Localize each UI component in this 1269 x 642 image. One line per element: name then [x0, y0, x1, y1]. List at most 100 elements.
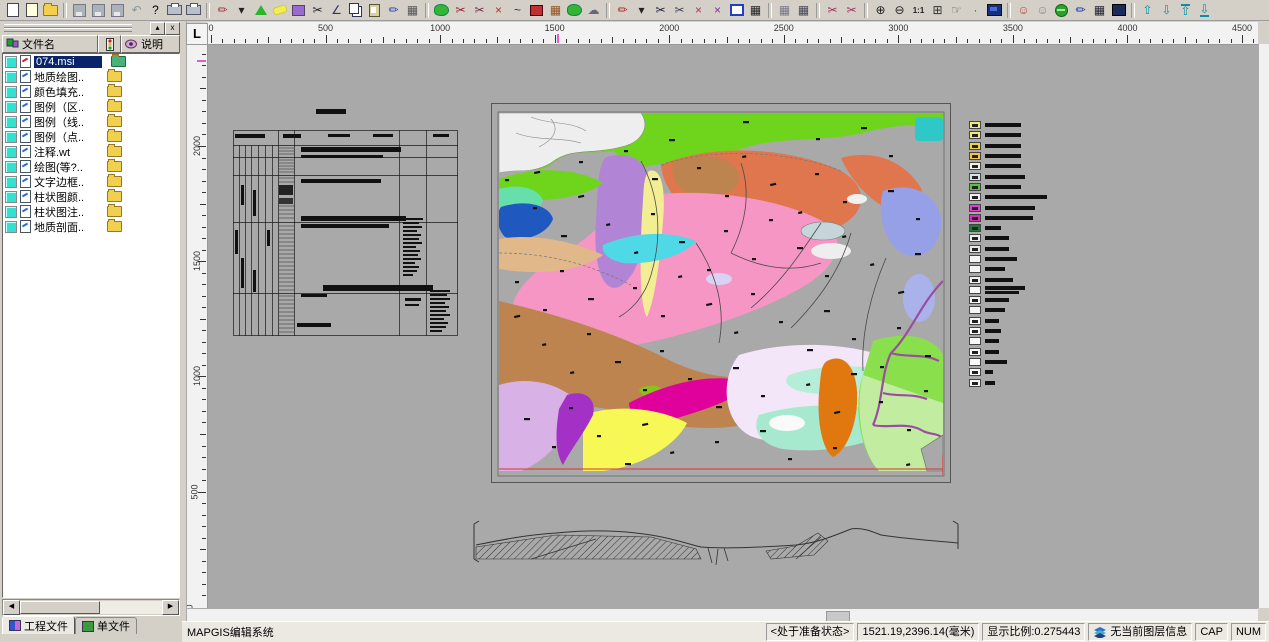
line-x-cut-button[interactable]: ✂ — [823, 1, 842, 19]
move-bottom-button[interactable]: ⇩ — [1195, 1, 1214, 19]
file-name[interactable]: 地质剖面.. — [34, 219, 98, 235]
scroll-left-button[interactable]: ◀ — [3, 600, 20, 615]
file-visibility-checkbox[interactable] — [5, 191, 17, 203]
scroll-thumb[interactable] — [20, 601, 100, 614]
file-row[interactable]: 绘图(等?.. — [3, 159, 179, 174]
tab-project-files[interactable]: 工程文件 — [2, 616, 75, 634]
dark-grid-button[interactable]: ▦ — [1090, 1, 1109, 19]
zoom-page-button[interactable]: ⊞ — [928, 1, 947, 19]
highlighter-button[interactable] — [270, 1, 289, 19]
line-x-cut-2-button[interactable]: ✂ — [842, 1, 861, 19]
node-x-2-button[interactable]: × — [708, 1, 727, 19]
folder-icon[interactable] — [107, 116, 122, 127]
edit-pen-button[interactable]: ✏ — [213, 1, 232, 19]
file-row[interactable]: 图例（点.. — [3, 129, 179, 144]
zoom-1-1-button[interactable]: 1:1 — [909, 1, 928, 19]
file-row[interactable]: 图例（线.. — [3, 114, 179, 129]
stamp-tool-button[interactable] — [289, 1, 308, 19]
folder-icon[interactable] — [107, 131, 122, 142]
folder-icon[interactable] — [107, 86, 122, 97]
display-switch-button[interactable] — [985, 1, 1004, 19]
file-name[interactable]: 注释.wt — [34, 144, 98, 160]
file-name[interactable]: 图例（线.. — [34, 114, 98, 130]
open-folder-button[interactable] — [41, 1, 60, 19]
move-down-button[interactable]: ⇩ — [1157, 1, 1176, 19]
file-visibility-checkbox[interactable] — [5, 131, 17, 143]
ruler-corner-button[interactable]: L — [186, 23, 208, 45]
folder-icon[interactable] — [107, 101, 122, 112]
save-button[interactable] — [70, 1, 89, 19]
print-button[interactable] — [184, 1, 203, 19]
file-row[interactable]: 地质剖面.. — [3, 219, 179, 234]
open-template-button[interactable] — [22, 1, 41, 19]
folder-icon[interactable] — [107, 146, 122, 157]
undo-button[interactable]: ↶ — [127, 1, 146, 19]
file-row[interactable]: 图例（区.. — [3, 99, 179, 114]
tab-single-file[interactable]: 单文件 — [75, 617, 137, 634]
grid-b-button[interactable]: ▦ — [794, 1, 813, 19]
line-cut-2-button[interactable]: ✂ — [670, 1, 689, 19]
file-name[interactable]: 图例（区.. — [34, 99, 98, 115]
file-visibility-checkbox[interactable] — [5, 206, 17, 218]
file-row[interactable]: 颜色填充.. — [3, 84, 179, 99]
move-up-button[interactable]: ⇧ — [1138, 1, 1157, 19]
file-name[interactable]: 柱状图颜.. — [34, 189, 98, 205]
blue-pen-button[interactable]: ✏ — [384, 1, 403, 19]
scroll-track[interactable] — [20, 601, 162, 614]
file-name[interactable]: 074.msi — [34, 56, 102, 68]
panel-minimize-button[interactable]: ▴ — [150, 22, 165, 35]
line-edit-pen-button[interactable]: ✏ — [613, 1, 632, 19]
file-name[interactable]: 文字边框.. — [34, 174, 98, 190]
cut-tool-button[interactable]: ✂ — [308, 1, 327, 19]
zoom-out-button[interactable]: ⊖ — [890, 1, 909, 19]
file-name[interactable]: 绘图(等?.. — [34, 159, 98, 175]
dark-map-button[interactable] — [1109, 1, 1128, 19]
file-name[interactable]: 柱状图注.. — [34, 204, 98, 220]
save-project-button[interactable] — [89, 1, 108, 19]
copy-button[interactable] — [346, 1, 365, 19]
symbol-b-button[interactable]: ☺ — [1033, 1, 1052, 19]
state-column-header[interactable] — [98, 35, 121, 53]
annotate-pen-button[interactable]: ✏ — [1071, 1, 1090, 19]
file-visibility-checkbox[interactable] — [5, 101, 17, 113]
line-cut-button[interactable]: ✂ — [651, 1, 670, 19]
folder-icon[interactable] — [107, 191, 122, 202]
symbol-a-button[interactable]: ☺ — [1014, 1, 1033, 19]
new-file-button[interactable] — [3, 1, 22, 19]
file-row[interactable]: 文字边框.. — [3, 174, 179, 189]
file-name[interactable]: 地质绘图.. — [34, 69, 98, 85]
file-name[interactable]: 颜色填充.. — [34, 84, 98, 100]
area-fill-button[interactable] — [527, 1, 546, 19]
rect-pen-button[interactable] — [727, 1, 746, 19]
file-visibility-checkbox[interactable] — [5, 56, 17, 68]
green-folder-icon[interactable] — [111, 56, 126, 67]
node-move-button[interactable]: × — [489, 1, 508, 19]
file-row[interactable]: 柱状图注.. — [3, 204, 179, 219]
map-canvas[interactable] — [207, 44, 1258, 608]
pan-hand-button[interactable]: ☞ — [947, 1, 966, 19]
print-preview-button[interactable] — [165, 1, 184, 19]
paste-button[interactable] — [365, 1, 384, 19]
panel-splitter[interactable] — [182, 21, 187, 621]
folder-icon[interactable] — [107, 176, 122, 187]
node-x-button[interactable]: × — [689, 1, 708, 19]
line-dropdown-button[interactable]: ▾ — [632, 1, 651, 19]
grid-a-button[interactable]: ▦ — [775, 1, 794, 19]
file-row[interactable]: 074.msi — [3, 54, 179, 69]
file-visibility-checkbox[interactable] — [5, 86, 17, 98]
area-split-button[interactable]: ✂ — [470, 1, 489, 19]
folder-icon[interactable] — [107, 206, 122, 217]
filename-column-header[interactable]: 文件名 — [2, 35, 98, 53]
folder-icon[interactable] — [107, 161, 122, 172]
table-pen-button[interactable]: ▦ — [403, 1, 422, 19]
panel-horizontal-scrollbar[interactable]: ◀ ▶ — [2, 599, 180, 616]
panel-close-button[interactable]: x — [165, 22, 180, 35]
file-visibility-checkbox[interactable] — [5, 116, 17, 128]
dark-grid-pen-button[interactable]: ▦ — [746, 1, 765, 19]
save-all-button[interactable] — [108, 1, 127, 19]
context-help-button[interactable]: ? — [146, 1, 165, 19]
file-visibility-checkbox[interactable] — [5, 146, 17, 158]
description-column-header[interactable]: 说明 — [121, 35, 180, 53]
file-visibility-checkbox[interactable] — [5, 176, 17, 188]
file-visibility-checkbox[interactable] — [5, 71, 17, 83]
